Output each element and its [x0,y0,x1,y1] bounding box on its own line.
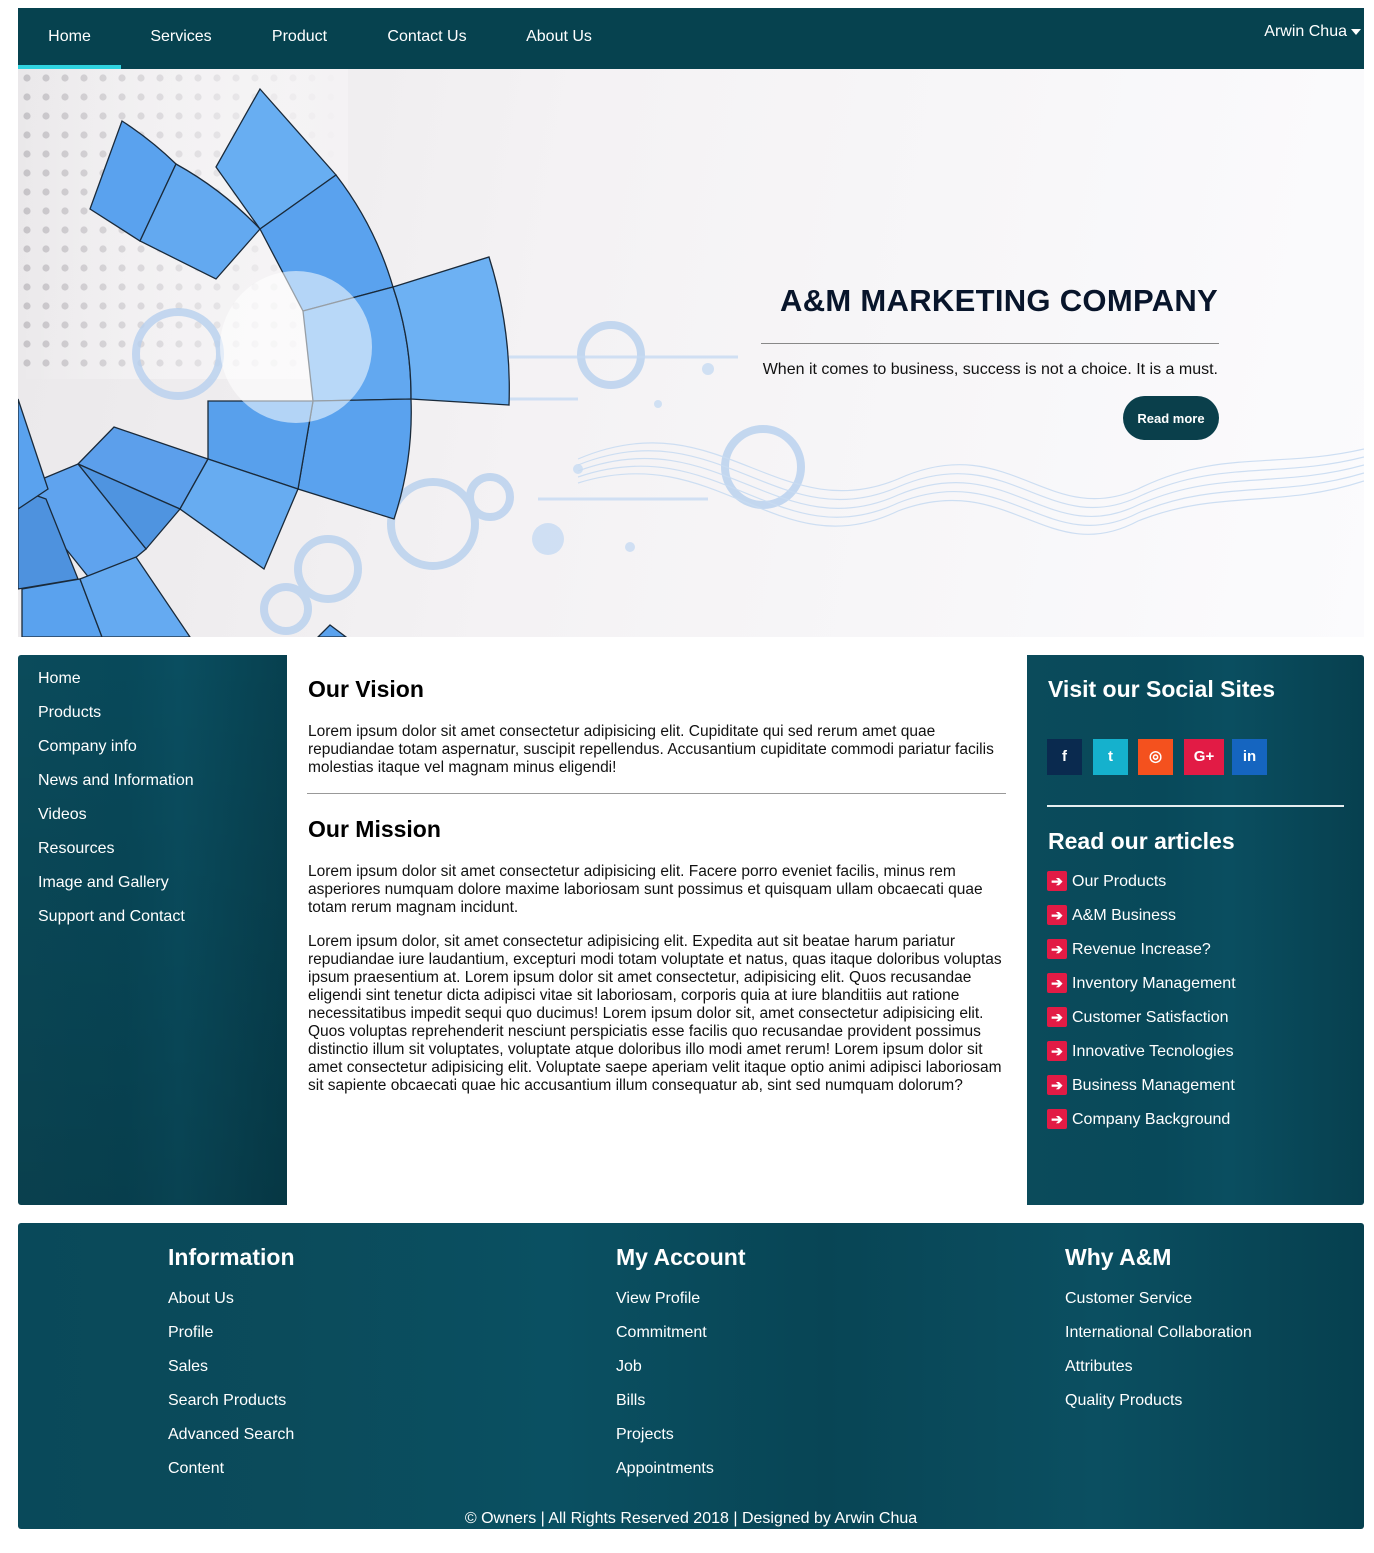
footer-link[interactable]: Content [168,1460,224,1478]
sidebar-item-home[interactable]: Home [38,670,81,688]
nav-about-us[interactable]: About Us [496,8,622,69]
footer-link[interactable]: Quality Products [1065,1392,1182,1410]
article-link[interactable]: ➔ Revenue Increase? [1047,939,1211,962]
hero-gears-illustration [18,69,1364,637]
footer-link[interactable]: Appointments [616,1460,714,1478]
footer-link[interactable]: Commitment [616,1324,707,1342]
footer-link[interactable]: Projects [616,1426,674,1444]
footer-heading-why-am: Why A&M [1065,1244,1172,1270]
arrow-right-icon: ➔ [1047,939,1067,959]
nav-product[interactable]: Product [241,8,358,69]
sidebar-item-news[interactable]: News and Information [38,772,194,790]
article-link[interactable]: ➔ Our Products [1047,871,1166,894]
read-more-button[interactable]: Read more [1123,396,1219,440]
twitter-icon[interactable]: t [1093,739,1128,775]
article-link[interactable]: ➔ Company Background [1047,1109,1230,1132]
articles-heading: Read our articles [1048,828,1235,854]
article-link[interactable]: ➔ Customer Satisfaction [1047,1007,1229,1030]
footer-link[interactable]: About Us [168,1290,234,1308]
vision-text: Lorem ipsum dolor sit amet consectetur a… [308,723,994,776]
nav-contact-us[interactable]: Contact Us [358,8,496,69]
hero-divider [761,343,1219,344]
top-navbar: Home Services Product Contact Us About U… [18,8,1364,69]
mission-text-1: Lorem ipsum dolor sit amet consectetur a… [308,863,983,916]
footer-link[interactable]: Advanced Search [168,1426,294,1444]
footer-link[interactable]: Profile [168,1324,213,1342]
footer-link[interactable]: International Collaboration [1065,1324,1252,1342]
article-link[interactable]: ➔ Innovative Tecnologies [1047,1041,1234,1064]
footer-heading-information: Information [168,1244,295,1270]
nav-home[interactable]: Home [18,8,121,69]
google-plus-icon[interactable]: G+ [1184,739,1224,775]
footer-heading-my-account: My Account [616,1244,746,1270]
instagram-icon[interactable]: ◎ [1138,739,1173,775]
article-link[interactable]: ➔ A&M Business [1047,905,1176,928]
sidebar-item-support[interactable]: Support and Contact [38,908,185,926]
hero-banner: A&M MARKETING COMPANY When it comes to b… [18,69,1364,637]
facebook-icon[interactable]: f [1047,739,1082,775]
sidebar-item-gallery[interactable]: Image and Gallery [38,874,169,892]
left-sidebar: Home Products Company info News and Info… [18,655,287,1205]
mission-text-2: Lorem ipsum dolor, sit amet consectetur … [308,933,1002,1094]
footer: Information About Us Profile Sales Searc… [18,1223,1364,1529]
article-link[interactable]: ➔ Inventory Management [1047,973,1236,996]
footer-link[interactable]: Attributes [1065,1358,1133,1376]
arrow-right-icon: ➔ [1047,1041,1067,1061]
social-divider [1047,805,1344,807]
right-sidebar: Visit our Social Sites f t ◎ G+ in Read … [1027,655,1364,1205]
footer-link[interactable]: View Profile [616,1290,700,1308]
mission-heading: Our Mission [308,816,441,842]
vision-heading: Our Vision [308,676,424,702]
sidebar-item-videos[interactable]: Videos [38,806,87,824]
hero-title: A&M MARKETING COMPANY [780,283,1218,318]
article-link[interactable]: ➔ Business Management [1047,1075,1235,1098]
sidebar-item-resources[interactable]: Resources [38,840,114,858]
arrow-right-icon: ➔ [1047,1075,1067,1095]
arrow-right-icon: ➔ [1047,1007,1067,1027]
footer-link[interactable]: Bills [616,1392,645,1410]
sidebar-item-products[interactable]: Products [38,704,101,722]
nav-services[interactable]: Services [121,8,241,69]
hero-tagline: When it comes to business, success is no… [762,361,1218,378]
footer-link[interactable]: Job [616,1358,642,1376]
linkedin-icon[interactable]: in [1232,739,1267,775]
arrow-right-icon: ➔ [1047,1109,1067,1129]
social-heading: Visit our Social Sites [1048,676,1276,702]
footer-link[interactable]: Search Products [168,1392,286,1410]
user-name: Arwin Chua [1264,23,1347,40]
content-divider [307,793,1006,794]
arrow-right-icon: ➔ [1047,871,1067,891]
arrow-right-icon: ➔ [1047,905,1067,925]
copyright-text: © Owners | All Rights Reserved 2018 | De… [464,1510,918,1527]
arrow-right-icon: ➔ [1047,973,1067,993]
user-menu[interactable]: Arwin Chua [1264,8,1361,58]
footer-link[interactable]: Customer Service [1065,1290,1192,1308]
footer-link[interactable]: Sales [168,1358,208,1376]
sidebar-item-company-info[interactable]: Company info [38,738,137,756]
caret-down-icon [1351,28,1361,35]
